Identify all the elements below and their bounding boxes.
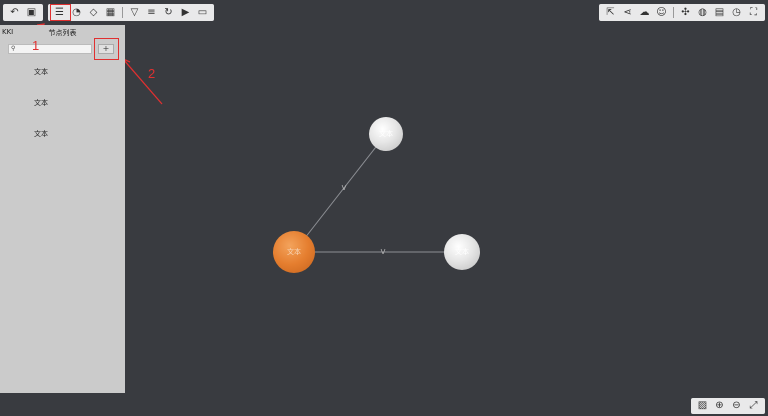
graph-node-orange[interactable]: 文本 <box>273 231 315 273</box>
list-item[interactable]: 文本 <box>34 67 48 77</box>
zoom-out-icon[interactable]: ⊖ <box>728 399 745 414</box>
filter-icon[interactable]: ▽ <box>126 5 143 20</box>
list-item[interactable]: 文本 <box>34 129 48 139</box>
annotation-arrow-2 <box>122 58 163 105</box>
list-item[interactable]: 文本 <box>34 98 48 108</box>
annotation-box-1 <box>50 4 71 21</box>
play-icon[interactable]: ▶ <box>177 5 194 20</box>
slideshow-icon[interactable]: ▭ <box>194 5 211 20</box>
graph-node-top[interactable]: 文本 <box>369 117 403 151</box>
search-icon: ⚲ <box>11 45 16 52</box>
edit-icon[interactable]: ▨ <box>694 399 711 414</box>
expand-icon[interactable]: ⤢ <box>745 399 762 414</box>
cloud-icon[interactable]: ☁ <box>636 5 653 20</box>
globe-icon[interactable]: ◍ <box>694 5 711 20</box>
toolbar-main: ☰ ◔ ◇ ▦ ▽ ≡ ↻ ▶ ▭ <box>48 4 214 21</box>
undo-icon[interactable]: ↶ <box>6 5 23 20</box>
share-icon[interactable]: ⋖ <box>619 5 636 20</box>
panel-title: 节点列表 <box>48 29 77 37</box>
refresh-icon[interactable]: ↻ <box>160 5 177 20</box>
history-icon[interactable]: ◷ <box>728 5 745 20</box>
save-icon[interactable]: ▣ <box>23 5 40 20</box>
table-icon[interactable]: ▦ <box>102 5 119 20</box>
tag-icon[interactable]: ◇ <box>85 5 102 20</box>
zoom-in-icon[interactable]: ⊕ <box>711 399 728 414</box>
toolbar-zoom: ▨ ⊕ ⊖ ⤢ <box>691 398 765 414</box>
notes-icon[interactable]: ▤ <box>711 5 728 20</box>
users-icon[interactable]: ☺ <box>653 5 670 20</box>
toolbar-divider <box>122 7 123 18</box>
edge-label-right: V <box>381 248 386 256</box>
export-icon[interactable]: ⇱ <box>602 5 619 20</box>
annotation-box-2 <box>94 38 119 60</box>
search-input[interactable]: ⚲ <box>8 44 92 54</box>
node-label: 文本 <box>379 130 393 138</box>
toolbar-divider <box>673 7 674 18</box>
toolbar-right: ⇱ ⋖ ☁ ☺ ✣ ◍ ▤ ◷ ⛶ <box>599 4 765 21</box>
node-label: 文本 <box>455 248 469 256</box>
node-label: 文本 <box>287 248 301 256</box>
annotation-number-1: 1 <box>32 38 40 53</box>
edge-label-top: V <box>342 184 347 192</box>
search-list-icon[interactable]: ≡ <box>143 5 160 20</box>
edge-top[interactable] <box>293 133 387 253</box>
graph-node-right[interactable]: 文本 <box>444 234 480 270</box>
toolbar-history: ↶ ▣ <box>3 4 43 21</box>
fit-icon[interactable]: ✣ <box>677 5 694 20</box>
node-list-panel: KKI 节点列表 ⚲ + 文本 文本 文本 <box>0 25 125 393</box>
fullscreen-icon[interactable]: ⛶ <box>745 5 762 20</box>
annotation-number-2: 2 <box>148 66 156 81</box>
